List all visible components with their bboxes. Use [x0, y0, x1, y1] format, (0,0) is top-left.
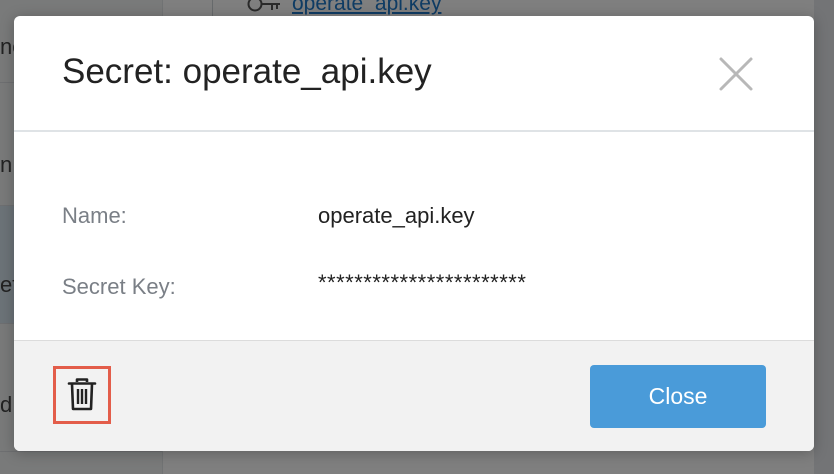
secret-key-label: Secret Key: [62, 274, 176, 299]
close-button[interactable]: Close [590, 365, 766, 428]
trash-icon [67, 378, 97, 412]
modal-title: Secret: operate_api.key [62, 52, 432, 91]
name-label: Name: [62, 203, 127, 228]
modal-footer: Close [14, 340, 814, 451]
close-x-icon[interactable] [714, 52, 758, 96]
modal-body: Name: operate_api.key Secret Key: ******… [14, 132, 814, 340]
secret-modal: Secret: operate_api.key Name: operate_ap… [14, 16, 814, 451]
modal-header: Secret: operate_api.key [14, 16, 814, 132]
name-value: operate_api.key [318, 203, 475, 228]
delete-secret-button[interactable] [53, 366, 111, 424]
secret-key-value: *********************** [318, 270, 527, 295]
